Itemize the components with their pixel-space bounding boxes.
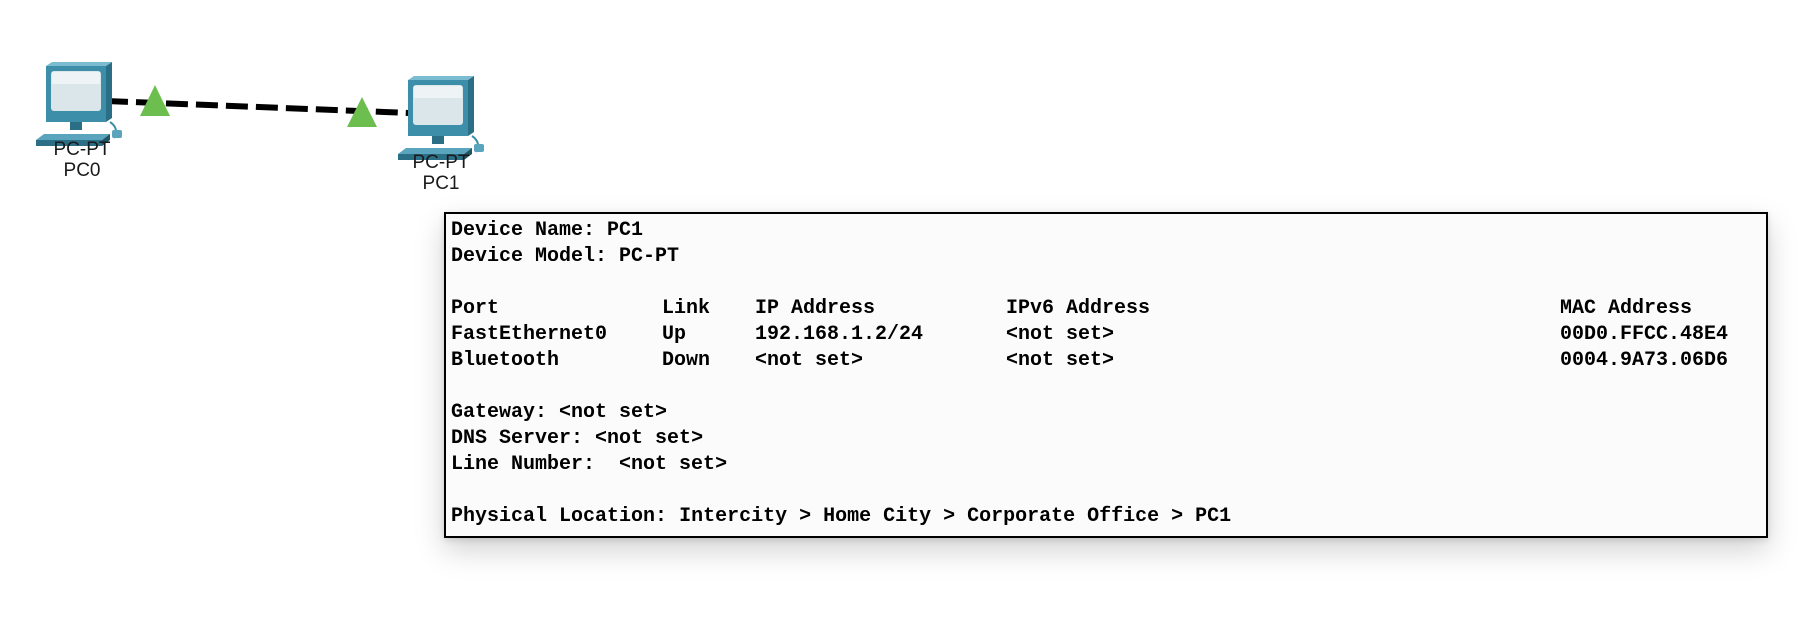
table-header-port: Port xyxy=(451,297,500,320)
gateway-value: <not set> xyxy=(559,401,668,424)
table-cell-ip: 192.168.1.2/24 xyxy=(755,323,924,346)
dns-server-value: <not set> xyxy=(595,427,704,450)
table-cell-mac: 00D0.FFCC.48E4 xyxy=(1560,323,1729,346)
physical-location-row: Physical Location: Intercity > Home City… xyxy=(451,504,1231,530)
workspace-canvas[interactable]: PC-PT PC0 PC-PT PC1 Device Name: PC1 Dev… xyxy=(0,0,1816,626)
device-model-value: PC-PT xyxy=(619,245,680,268)
line-number-row: Line Number: <not set> xyxy=(451,452,727,478)
table-header-ipv6: IPv6 Address xyxy=(1006,297,1151,320)
table-cell-ipv6: <not set> xyxy=(1006,349,1115,372)
device-name-label: PC1 xyxy=(422,173,460,194)
device-model-label: PC-PT xyxy=(412,152,470,173)
dns-server-row: DNS Server: <not set> xyxy=(451,426,703,452)
device-info-tooltip: Device Name: PC1 Device Model: PC-PT Por… xyxy=(444,212,1768,538)
gateway-row: Gateway: <not set> xyxy=(451,400,667,426)
device-name-label: PC0 xyxy=(63,160,101,181)
table-cell-port: FastEthernet0 xyxy=(451,323,608,346)
table-header-mac: MAC Address xyxy=(1560,297,1693,320)
pc-icon[interactable] xyxy=(36,62,122,146)
table-cell-ip: <not set> xyxy=(755,349,864,372)
device-name-row: Device Name: PC1 xyxy=(451,218,643,244)
table-cell-link: Up xyxy=(662,323,687,346)
table-header-ip: IP Address xyxy=(755,297,876,320)
device-label-pc1[interactable]: PC-PT PC1 xyxy=(371,152,511,194)
table-cell-port: Bluetooth xyxy=(451,349,560,372)
table-header-link: Link xyxy=(662,297,711,320)
device-model-row: Device Model: PC-PT xyxy=(451,244,679,270)
physical-location-value: Intercity > Home City > Corporate Office… xyxy=(679,505,1232,528)
table-cell-link: Down xyxy=(662,349,711,372)
line-number-value: <not set> xyxy=(619,453,728,476)
table-cell-ipv6: <not set> xyxy=(1006,323,1115,346)
device-model-key: Device Model: xyxy=(451,245,608,268)
line-number-key: Line Number: xyxy=(451,453,596,476)
gateway-key: Gateway: xyxy=(451,401,548,424)
device-name-value: PC1 xyxy=(607,219,644,242)
pc-icon[interactable] xyxy=(398,76,484,160)
device-label-pc0[interactable]: PC-PT PC0 xyxy=(12,139,152,181)
device-name-key: Device Name: xyxy=(451,219,596,242)
table-cell-mac: 0004.9A73.06D6 xyxy=(1560,349,1729,372)
physical-location-key: Physical Location: xyxy=(451,505,668,528)
device-model-label: PC-PT xyxy=(53,139,111,160)
dns-server-key: DNS Server: xyxy=(451,427,584,450)
